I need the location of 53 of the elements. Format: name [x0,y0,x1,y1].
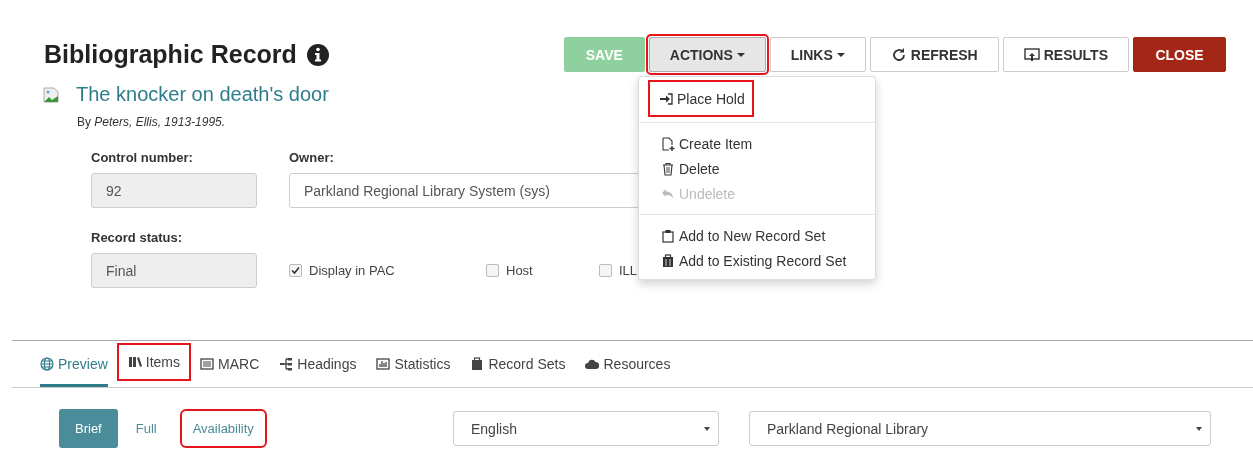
results-button[interactable]: RESULTS [1002,37,1129,72]
field-label: Record status: [91,230,183,245]
checkbox[interactable] [599,264,612,277]
cloud-icon [585,357,600,371]
caret-icon [736,52,745,57]
language-select[interactable]: English [453,411,719,446]
menu-button[interactable]: LINKS [769,37,866,72]
menu-item[interactable]: Add to Existing Record Set [639,248,857,273]
tab[interactable]: Resources [585,344,671,387]
menu-button[interactable]: ACTIONS [648,37,766,72]
refresh-icon [890,46,907,63]
refresh-button[interactable]: REFRESH [869,37,999,72]
checkbox-label: ILL [619,263,638,278]
checkbox-label: Display in PAC [309,263,395,278]
books-icon [127,355,142,369]
tab[interactable]: Headings [279,344,357,387]
tab[interactable]: Items [119,346,189,378]
clipboard-icon [661,228,675,243]
field-label: Owner: [289,150,334,165]
sign-in-icon [659,91,673,106]
info-icon[interactable] [306,43,329,66]
record-title[interactable]: The knocker on death's door [76,83,329,106]
results-icon [1023,46,1040,63]
list-icon [200,357,215,371]
view-mode-button[interactable]: Full [123,409,169,448]
tab[interactable]: Record Sets [470,344,566,387]
caret-icon [836,52,845,57]
clipboard-icon [470,357,485,371]
bar-chart-icon [376,357,391,371]
menu-item[interactable]: Place Hold [651,83,751,114]
record-status-field[interactable]: Final [91,253,257,288]
tab[interactable]: Preview [40,344,108,387]
tab[interactable]: Statistics [376,344,451,387]
clipboard-icon [661,253,675,268]
tab[interactable]: MARC [200,344,260,387]
library-select[interactable]: Parkland Regional Library [749,411,1211,446]
globe-icon [40,357,54,371]
author-line: By Peters, Ellis, 1913-1995. [76,114,227,129]
menu-item[interactable]: Add to New Record Set [639,223,836,248]
view-mode-button[interactable]: Brief [59,409,118,448]
close-button[interactable]: CLOSE [1133,37,1226,72]
new-file-icon [661,136,675,151]
tree-icon [279,357,294,371]
control-number-field[interactable]: 92 [91,173,257,208]
page-title: Bibliographic Record [44,40,297,69]
menu-item[interactable]: Create Item [639,131,763,156]
checkbox-label: Host [506,263,533,278]
checkbox[interactable] [289,264,302,277]
trash-icon [661,161,675,176]
checkbox[interactable] [486,264,499,277]
view-mode-button[interactable]: Availability [182,412,264,445]
broken-image-icon [43,86,59,103]
field-label: Control number: [91,150,193,165]
